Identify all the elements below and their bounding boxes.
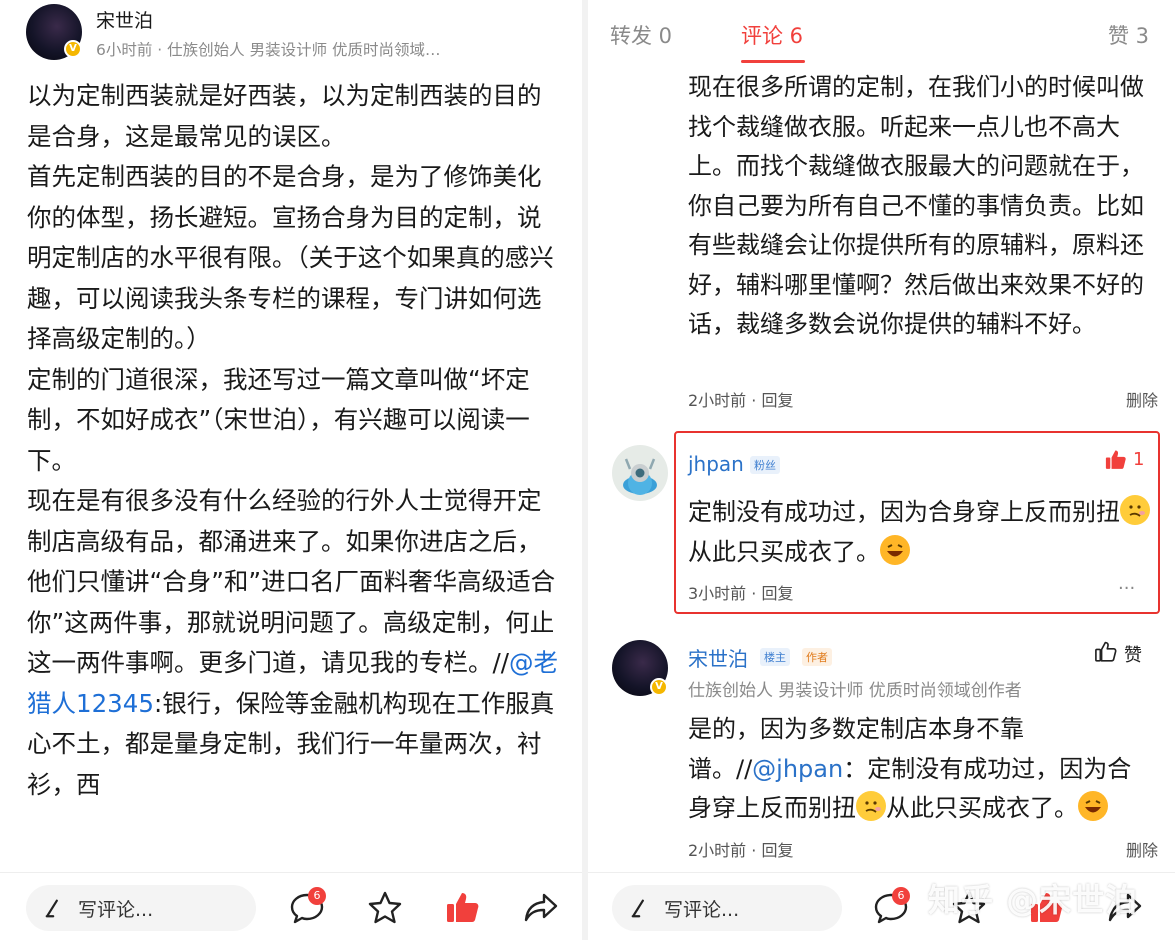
- author-tag: 作者: [802, 648, 832, 666]
- comments-panel: 转发 0 评论 6 赞 3 现在很多所谓的定制，在我们小的时候叫做找个裁缝做衣服…: [588, 0, 1175, 940]
- comment-meta-reply[interactable]: 2小时前 · 回复: [688, 837, 793, 861]
- pen-icon: [45, 899, 58, 918]
- post-body: 以为定制西装就是好西装，以为定制西装的目的是合身，这是最常见的误区。 首先定制西…: [27, 76, 562, 805]
- thumb-up-icon[interactable]: [1104, 448, 1128, 472]
- more-options-icon[interactable]: ···: [1118, 578, 1135, 599]
- comment-placeholder: 写评论...: [78, 898, 154, 921]
- post-paragraph: 定制的门道很深，我还写过一篇文章叫做“坏定制，不如好成衣”（宋世泊），有兴趣可以…: [27, 364, 530, 475]
- comment-count-badge: 6: [308, 887, 326, 905]
- comment-username[interactable]: 宋世泊: [688, 643, 748, 672]
- comment-text: 现在很多所谓的定制，在我们小的时候叫做找个裁缝做衣服。听起来一点儿也不高大上。而…: [688, 73, 1144, 338]
- jhpan-avatar[interactable]: [612, 445, 668, 501]
- tab-reposts[interactable]: 转发 0: [610, 20, 672, 50]
- verified-badge: V: [650, 678, 668, 696]
- tab-comments[interactable]: 评论 6: [741, 20, 803, 50]
- comment-text: 定制没有成功过，因为合身穿上反而别扭 从此只买成衣了。: [688, 493, 1153, 572]
- delete-button[interactable]: 删除: [1126, 837, 1158, 861]
- bottom-action-bar: 写评论... 6 知乎 @宋世泊: [588, 872, 1175, 940]
- post-paragraph: 以为定制西装就是好西装，以为定制西装的目的是合身，这是最常见的误区。: [27, 81, 542, 151]
- tab-bar: 转发 0 评论 6 赞 3: [588, 0, 1175, 68]
- delete-button[interactable]: 删除: [1126, 387, 1158, 411]
- share-icon[interactable]: [522, 889, 560, 927]
- zhihu-watermark: 知乎 @宋世泊: [928, 881, 1139, 919]
- comment-input[interactable]: 写评论...: [26, 885, 256, 931]
- bottom-action-bar: 写评论... 6: [0, 872, 582, 940]
- comment-text-part: 从此只买成衣了。: [688, 537, 880, 566]
- comment-placeholder: 写评论...: [664, 898, 740, 921]
- verified-badge: V: [64, 40, 82, 58]
- post-paragraph: 现在是有很多没有什么经验的行外人士觉得开定制店高级有品，都涌进来了。如果你进店之…: [27, 481, 562, 805]
- comment-meta-reply[interactable]: 2小时前 · 回复: [688, 387, 793, 411]
- author-subtitle: 仕族创始人 男装设计师 优质时尚领域创作者: [688, 681, 1022, 701]
- comment-text-part: 从此只买成衣了。: [886, 794, 1078, 822]
- comment-count-badge: 6: [892, 887, 910, 905]
- post-paragraph: 首先定制西装的目的不是合身，是为了修饰美化你的体型，扬长避短。宣扬合身为目的定制…: [27, 162, 554, 353]
- like-outline-icon[interactable]: [1094, 640, 1118, 664]
- awkward-emoji-icon: [856, 791, 886, 821]
- tab-likes[interactable]: 赞 3: [1108, 20, 1149, 50]
- alien-avatar-icon: [623, 458, 657, 495]
- owner-tag: 楼主: [760, 648, 790, 666]
- comment-username[interactable]: jhpan: [688, 452, 744, 476]
- like-count: 1: [1133, 449, 1145, 470]
- post-text: 现在是有很多没有什么经验的行外人士觉得开定制店高级有品，都涌进来了。如果你进店之…: [27, 486, 556, 677]
- author-meta: 6小时前 · 仕族创始人 男装设计师 优质时尚领域…: [96, 41, 441, 59]
- awkward-emoji-icon: [1120, 495, 1150, 525]
- like-label[interactable]: 赞: [1124, 641, 1142, 667]
- star-icon[interactable]: [366, 889, 404, 927]
- author-name[interactable]: 宋世泊: [96, 6, 153, 33]
- user-mention-link[interactable]: @jhpan: [752, 755, 843, 783]
- pen-icon: [631, 899, 644, 918]
- laughing-emoji-icon: [1078, 791, 1108, 821]
- tab-active-indicator: [741, 60, 805, 63]
- comment-meta-reply[interactable]: 3小时前 · 回复: [688, 580, 793, 604]
- thumb-up-icon[interactable]: [444, 889, 482, 927]
- comment-input[interactable]: 写评论...: [612, 885, 842, 931]
- post-panel: V 宋世泊 6小时前 · 仕族创始人 男装设计师 优质时尚领域… 以为定制西装就…: [0, 0, 582, 940]
- comment-text: 是的，因为多数定制店本身不靠谱。//@jhpan：定制没有成功过，因为合身穿上反…: [688, 710, 1153, 829]
- comment-text-part: 定制没有成功过，因为合身穿上反而别扭: [688, 498, 1120, 526]
- fan-tag: 粉丝: [750, 456, 780, 474]
- laughing-emoji-icon: [880, 534, 910, 565]
